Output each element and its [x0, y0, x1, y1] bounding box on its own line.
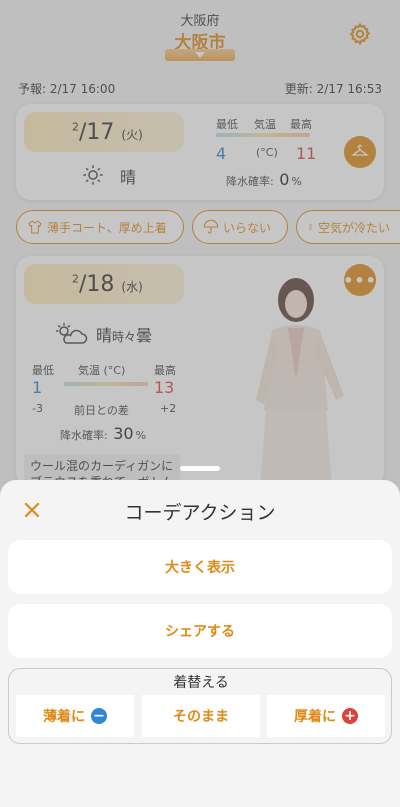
minus-icon: −: [91, 708, 107, 724]
sheet-title: コーデアクション: [124, 502, 276, 524]
change-label: 着替える: [173, 675, 229, 691]
sheet-drag-handle[interactable]: [180, 466, 220, 471]
coordinate-action-sheet: コーデアクション 大きく表示 シェアする 着替える 薄着に − そのまま 厚着に…: [0, 480, 400, 807]
thicker-label: 厚着に: [294, 709, 336, 725]
large-view-button[interactable]: 大きく表示: [8, 540, 392, 594]
share-button[interactable]: シェアする: [8, 604, 392, 658]
same-label: そのまま: [173, 709, 229, 725]
plus-icon: +: [342, 708, 358, 724]
thicker-button[interactable]: 厚着に +: [267, 695, 385, 737]
thinner-button[interactable]: 薄着に −: [16, 695, 134, 737]
thinner-label: 薄着に: [43, 709, 85, 725]
change-clothes-group: 着替える 薄着に − そのまま 厚着に +: [8, 668, 392, 744]
keep-same-button[interactable]: そのまま: [142, 695, 260, 737]
